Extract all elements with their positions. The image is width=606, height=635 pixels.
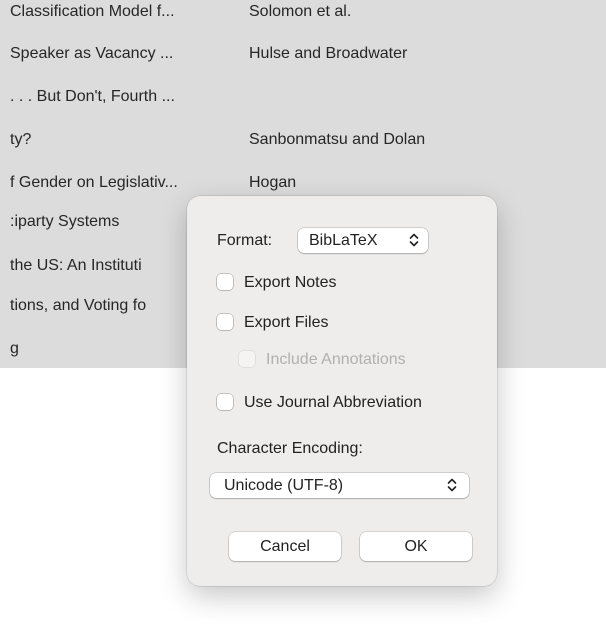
list-row[interactable]: Speaker as Vacancy ... Hulse and Broadwa…	[0, 36, 606, 72]
up-down-chevron-icon	[447, 478, 457, 492]
list-row[interactable]: Classification Model f... Solomon et al.	[0, 0, 606, 30]
journal-abbreviation-checkbox[interactable]	[217, 394, 233, 410]
cancel-button[interactable]: Cancel	[229, 532, 341, 561]
journal-abbreviation-label: Use Journal Abbreviation	[244, 394, 422, 411]
export-files-checkbox[interactable]	[217, 314, 233, 330]
export-notes-checkbox[interactable]	[217, 274, 233, 290]
list-row[interactable]: ty? Sanbonmatsu and Dolan	[0, 122, 606, 158]
ok-button[interactable]: OK	[360, 532, 472, 561]
item-title: Classification Model f...	[10, 3, 175, 20]
item-creator: Hulse and Broadwater	[249, 45, 408, 62]
include-annotations-label: Include Annotations	[266, 351, 406, 368]
format-select[interactable]: BibLaTeX	[298, 228, 428, 253]
up-down-chevron-icon	[409, 233, 419, 247]
item-creator: Solomon et al.	[249, 3, 352, 20]
character-encoding-label: Character Encoding:	[217, 440, 363, 457]
encoding-selected-value: Unicode (UTF-8)	[224, 477, 344, 494]
export-options-dialog: Format: BibLaTeX Export Notes Export Fil…	[187, 196, 497, 586]
list-row[interactable]: . . . But Don't, Fourth ...	[0, 79, 606, 115]
item-creator	[249, 79, 599, 115]
format-label: Format:	[217, 232, 273, 249]
include-annotations-checkbox	[239, 351, 255, 367]
item-title: . . . But Don't, Fourth ...	[10, 88, 175, 105]
item-creator: Sanbonmatsu and Dolan	[249, 131, 426, 148]
format-selected-value: BibLaTeX	[309, 232, 378, 249]
export-files-label: Export Files	[244, 314, 329, 331]
item-title: ty?	[10, 131, 32, 148]
item-title: Speaker as Vacancy ...	[10, 45, 174, 62]
character-encoding-select[interactable]: Unicode (UTF-8)	[210, 473, 469, 498]
export-notes-label: Export Notes	[244, 274, 337, 291]
